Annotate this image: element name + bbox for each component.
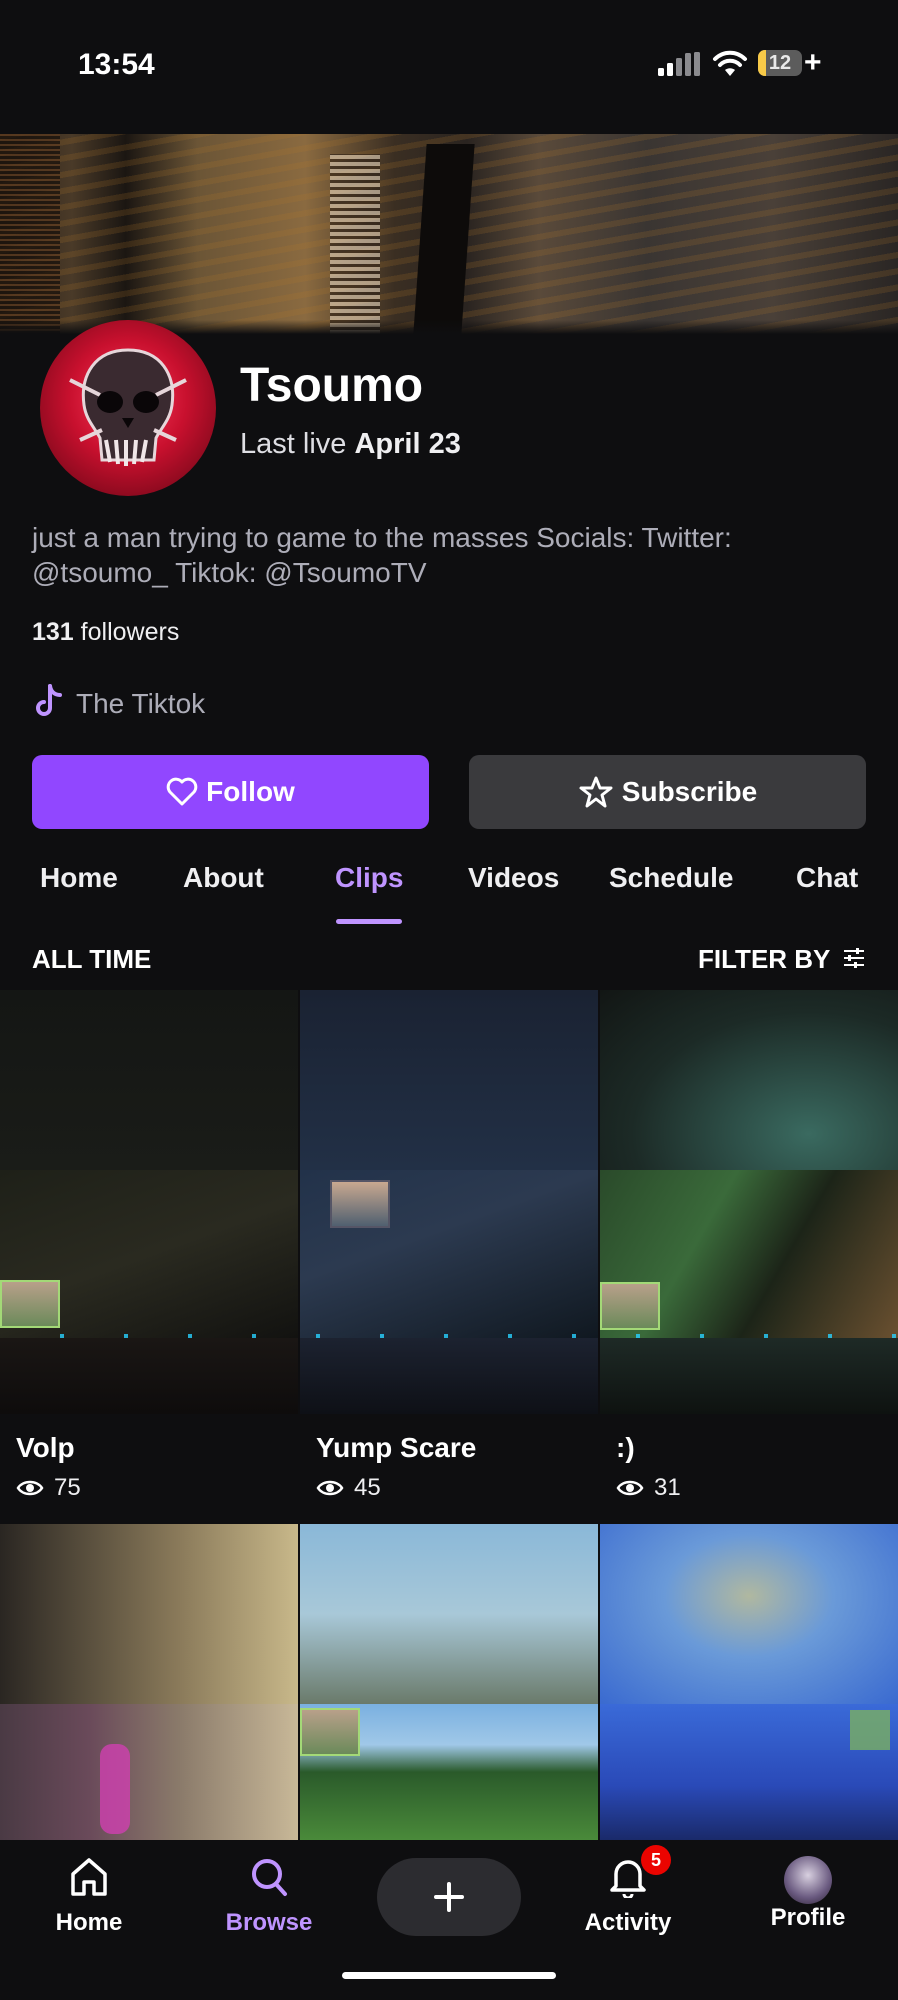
tab-chat[interactable]: Chat [796,862,858,894]
wifi-icon [713,50,747,76]
time-range-selector[interactable]: ALL TIME [32,944,151,975]
channel-name: Tsoumo [240,359,424,412]
search-icon [252,1859,287,1896]
clip-progress-marks [0,1334,898,1338]
clip-card[interactable] [300,1524,598,1840]
star-icon [579,776,613,808]
nav-home-label: Home [55,1909,123,1936]
plus-icon [434,1882,464,1912]
home-indicator [342,1972,556,1979]
clip-card[interactable] [600,1524,898,1840]
skull-logo-icon [69,348,187,466]
heart-icon [166,777,198,806]
channel-bio: just a man trying to game to the masses … [32,522,732,588]
subscribe-button[interactable]: Subscribe [469,755,866,829]
home-icon [71,1858,107,1896]
clip-views: 31 [616,1474,681,1502]
nav-activity-label: Activity [584,1909,672,1936]
social-link-tiktok[interactable]: The Tiktok [76,688,205,720]
clip-title: Yump Scare [316,1432,477,1463]
channel-avatar[interactable] [40,320,216,496]
status-time: 13:54 [78,48,155,81]
follow-button[interactable]: Follow [32,755,429,829]
active-tab-indicator [336,919,402,924]
profile-avatar[interactable] [784,1856,832,1904]
tab-clips[interactable]: Clips [335,862,403,894]
clip-card[interactable] [300,990,598,1414]
clip-views: 75 [16,1474,81,1502]
nav-browse-label: Browse [225,1909,313,1936]
tab-home[interactable]: Home [40,862,118,894]
eye-icon [616,1480,644,1496]
cellular-signal-icon [658,52,700,76]
channel-banner [0,134,898,334]
activity-badge: 5 [641,1845,671,1875]
filter-sliders-icon[interactable] [842,946,866,970]
create-button[interactable] [377,1858,521,1936]
nav-home[interactable]: Home [29,1856,149,1937]
tiktok-icon [36,684,62,716]
nav-activity[interactable]: Activity [568,1856,688,1937]
battery-indicator: 12 [758,50,802,76]
clip-card[interactable] [0,990,298,1414]
tab-schedule[interactable]: Schedule [609,862,733,894]
tab-videos[interactable]: Videos [468,862,559,894]
nav-browse[interactable]: Browse [209,1856,329,1937]
filter-by-button[interactable]: FILTER BY [698,944,830,975]
last-live-text: Last live April 23 [240,428,461,460]
followers-count: 131 followers [32,618,180,646]
subscribe-label: Subscribe [621,776,758,807]
nav-profile-label: Profile [770,1904,846,1931]
follow-label: Follow [206,776,295,807]
clip-title: Volp [16,1432,75,1463]
charging-plus-icon: + [804,46,822,79]
clip-card[interactable] [0,1524,298,1840]
tab-about[interactable]: About [183,862,264,894]
eye-icon [316,1480,344,1496]
eye-icon [16,1480,44,1496]
clip-title: :) [616,1432,635,1463]
clip-card[interactable] [600,990,898,1414]
clip-views: 45 [316,1474,381,1502]
